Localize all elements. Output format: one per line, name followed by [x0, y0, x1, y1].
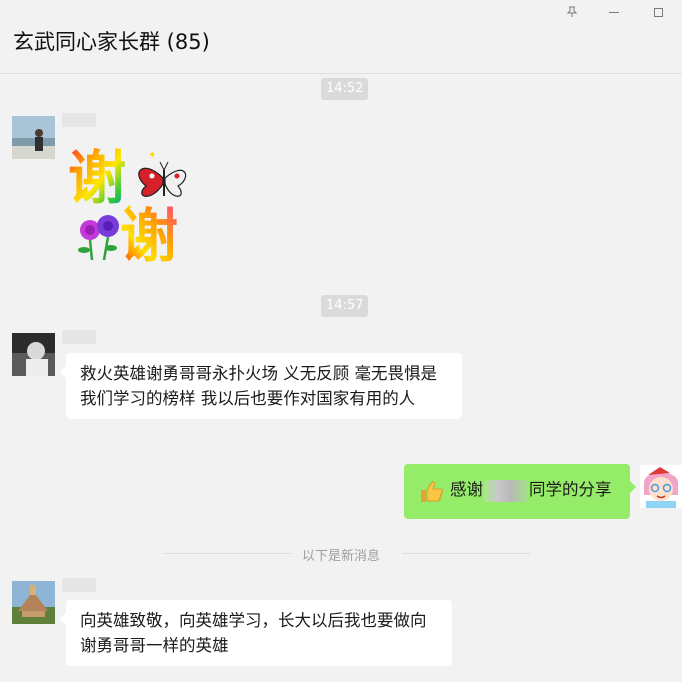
avatar[interactable]	[12, 333, 55, 376]
timestamp: 14:52	[321, 78, 369, 100]
message-bubble[interactable]: 向英雄致敬，向英雄学习，长大以后我也要做向谢勇哥哥一样的英雄	[60, 600, 452, 666]
pin-icon[interactable]	[561, 3, 583, 21]
thumbs-up-icon	[420, 479, 444, 503]
sender-name	[62, 113, 96, 127]
sender-name	[62, 330, 96, 344]
roses-icon	[78, 215, 119, 261]
message-text: 同学的分享	[529, 480, 612, 499]
message-text: 向英雄致敬，向英雄学习，长大以后我也要做向谢勇哥哥一样的英雄	[80, 611, 427, 655]
avatar[interactable]	[12, 581, 55, 624]
sticker-xiexie[interactable]: 谢 谢 ✦ ✦	[68, 138, 192, 270]
butterfly-icon	[138, 161, 187, 197]
message-bubble[interactable]: 救火英雄谢勇哥哥永扑火场 义无反顾 毫无畏惧是我们学习的榜样 我以后也要作对国家…	[60, 353, 462, 419]
redacted-name	[484, 479, 528, 502]
svg-text:✦: ✦	[148, 150, 156, 161]
message-bubble-own[interactable]: 感谢 同学的分享	[404, 464, 636, 519]
sender-name	[62, 578, 96, 592]
message-text: 感谢	[450, 480, 483, 499]
maximize-icon[interactable]	[647, 3, 669, 21]
message-text: 救火英雄谢勇哥哥永扑火场 义无反顾 毫无畏惧是我们学习的榜样 我以后也要作对国家…	[80, 364, 437, 408]
sticker-char: 谢	[68, 144, 126, 212]
minimize-icon[interactable]	[603, 3, 625, 21]
svg-text:✦: ✦	[126, 203, 133, 212]
avatar[interactable]	[12, 116, 55, 159]
own-avatar[interactable]	[640, 465, 682, 508]
chat-header: 玄武同心家长群 (85)	[0, 0, 682, 74]
chat-title: 玄武同心家长群 (85)	[13, 30, 210, 54]
new-messages-label: 以下是新消息	[301, 549, 380, 564]
timestamp: 14:57	[321, 295, 369, 317]
